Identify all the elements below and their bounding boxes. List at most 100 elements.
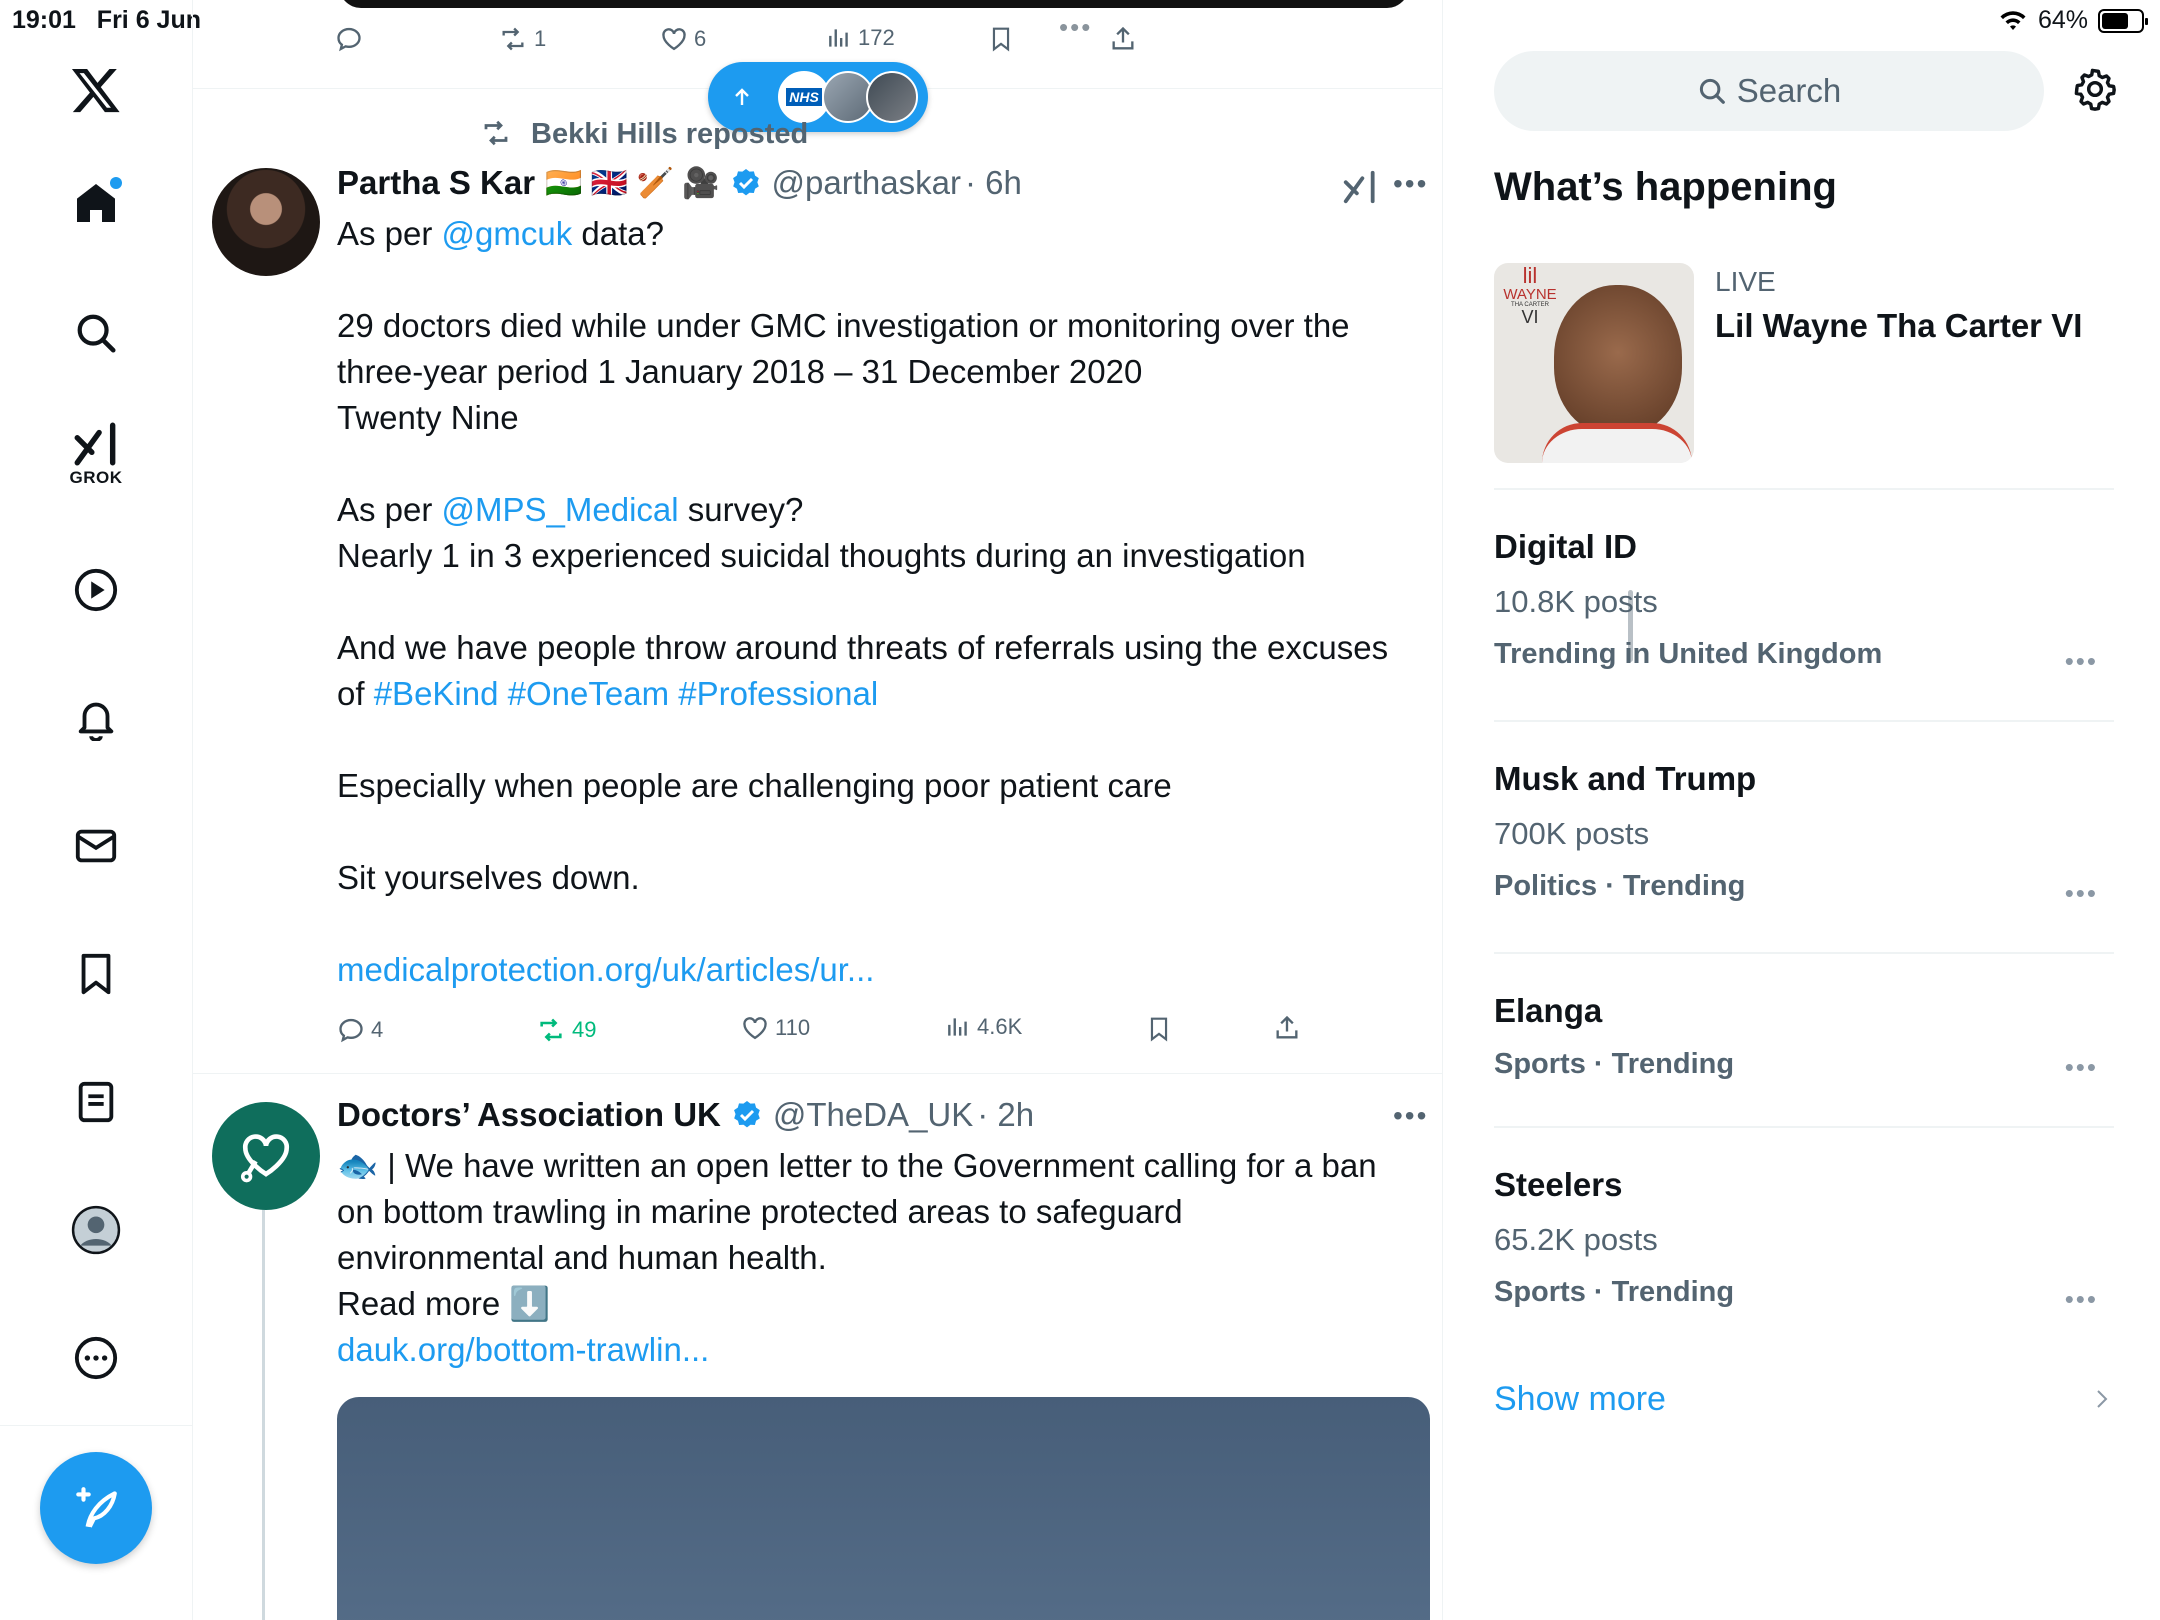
repost-button[interactable]: 49 <box>536 1016 596 1044</box>
bookmarks-icon[interactable] <box>56 934 136 1014</box>
tweet-text: 🐟 | We have written an open letter to th… <box>337 1143 1437 1373</box>
reply-button[interactable]: 4 <box>337 1016 383 1044</box>
repost-count: 49 <box>572 1017 597 1042</box>
trend-divider <box>1494 952 2114 954</box>
more-options-icon[interactable]: ••• <box>1393 168 1428 200</box>
video-icon[interactable] <box>56 550 136 630</box>
timestamp[interactable]: · 6h <box>965 164 1022 202</box>
grok-label: GROK <box>69 468 123 487</box>
text: As per <box>337 215 442 252</box>
home-icon[interactable] <box>56 163 136 243</box>
section-title: What’s happening <box>1494 165 1837 209</box>
previous-tweet-actions: 1 6 172 <box>193 25 1443 65</box>
trend-posts: 10.8K posts <box>1494 584 1658 619</box>
trend-item[interactable]: Musk and Trump 700K posts Politics · Tre… <box>1494 760 2114 908</box>
x-logo[interactable] <box>56 50 136 130</box>
like-button[interactable]: 110 <box>741 1014 810 1042</box>
views-button[interactable]: 172 <box>826 25 895 51</box>
trend-item[interactable]: Elanga Sports · Trending ••• <box>1494 992 2114 1083</box>
like-button[interactable]: 6 <box>660 25 706 53</box>
bookmark-icon <box>992 27 1010 52</box>
text: Twenty Nine <box>337 399 519 436</box>
display-name[interactable]: Doctors’ Association UK <box>337 1096 721 1134</box>
avatar[interactable] <box>212 1102 320 1210</box>
notifications-icon[interactable] <box>56 678 136 758</box>
messages-icon[interactable] <box>56 806 136 886</box>
repost-button[interactable]: 1 <box>498 25 546 53</box>
share-button[interactable] <box>1273 1014 1301 1042</box>
handle[interactable]: @TheDA_UK <box>773 1096 973 1134</box>
mention-link[interactable]: @MPS_Medical <box>442 491 679 528</box>
like-count: 110 <box>775 1015 811 1040</box>
trend-category: Sports · Trending <box>1494 1048 1735 1080</box>
tweet-image[interactable] <box>337 1397 1430 1620</box>
more-options-icon[interactable]: ••• <box>2065 1052 2098 1083</box>
search-icon[interactable] <box>56 293 136 373</box>
name-emojis: 🇮🇳 🇬🇧 🏏 🎥 <box>545 166 720 200</box>
views-icon <box>829 29 848 47</box>
compose-icon <box>76 1487 117 1528</box>
chevron-right-icon[interactable] <box>2092 1385 2112 1413</box>
text: of <box>337 675 374 712</box>
previous-tweet-media[interactable] <box>339 0 1409 8</box>
views-count: 172 <box>858 25 895 50</box>
show-more-link[interactable]: Show more <box>1494 1380 1666 1419</box>
text: on bottom trawling in marine protected a… <box>337 1193 1183 1230</box>
repost-attribution[interactable] <box>286 118 513 148</box>
views-button[interactable]: 4.6K <box>945 1014 1022 1040</box>
trend-item[interactable]: Digital ID 10.8K posts Trending in Unite… <box>1494 528 2114 676</box>
cover-text: WAYNE <box>1503 286 1557 303</box>
trend-name: Elanga <box>1494 992 1603 1029</box>
album-cover: lil WAYNE THA CARTER VI <box>1494 263 1694 463</box>
bookmark-button[interactable] <box>988 25 1014 53</box>
grok-icon[interactable] <box>1341 168 1379 206</box>
profile-icon[interactable] <box>56 1190 136 1270</box>
trend-posts: 700K posts <box>1494 816 1650 851</box>
search-input[interactable]: Search <box>1494 51 2044 131</box>
notification-dot <box>110 177 122 189</box>
repost-icon <box>502 27 524 51</box>
display-name[interactable]: Partha S Kar <box>337 164 535 202</box>
text: survey? <box>678 491 804 528</box>
handle[interactable]: @parthaskar <box>772 164 961 202</box>
more-options-icon[interactable]: ••• <box>2065 646 2098 677</box>
more-options-icon[interactable]: ••• <box>1393 1100 1428 1132</box>
text: As per <box>337 491 442 528</box>
cover-text: VI <box>1521 307 1539 327</box>
reply-button[interactable] <box>335 25 363 53</box>
grok-icon[interactable]: GROK <box>56 410 136 500</box>
reply-count: 4 <box>371 1017 384 1042</box>
views-icon <box>948 1018 967 1036</box>
cover-text: lil <box>1522 263 1538 288</box>
share-button[interactable] <box>1109 25 1137 53</box>
more-options-icon[interactable]: ••• <box>2065 878 2098 909</box>
more-icon[interactable] <box>56 1318 136 1398</box>
bookmark-button[interactable] <box>1146 1015 1172 1043</box>
lists-icon[interactable] <box>56 1062 136 1142</box>
trend-category: Trending in United Kingdom <box>1494 638 1883 670</box>
bookmark-icon <box>1150 1017 1168 1042</box>
gear-icon[interactable] <box>2072 66 2118 112</box>
trend-item[interactable]: Steelers 65.2K posts Sports · Trending •… <box>1494 1166 2114 1314</box>
trend-category: Sports · Trending <box>1494 1276 1735 1308</box>
avatar <box>866 71 918 123</box>
text: Sit yourselves down. <box>337 859 640 896</box>
reposted-by[interactable]: Bekki Hills reposted <box>531 118 808 151</box>
more-options-icon[interactable]: ••• <box>2065 1284 2098 1315</box>
hashtag-links[interactable]: #BeKind #OneTeam #Professional <box>374 675 878 712</box>
trend-name: Musk and Trump <box>1494 760 1757 797</box>
avatar[interactable] <box>212 168 320 276</box>
tweet-header: Doctors’ Association UK @TheDA_UK · 2h <box>337 1096 1034 1134</box>
left-nav: GROK <box>0 0 193 1620</box>
verified-badge-icon <box>733 1101 760 1128</box>
thread-line <box>262 1195 265 1620</box>
timestamp[interactable]: · 2h <box>977 1096 1034 1134</box>
article-link[interactable]: dauk.org/bottom-trawlin... <box>337 1327 1437 1373</box>
compose-button[interactable] <box>40 1452 152 1564</box>
mention-link[interactable]: @gmcuk <box>442 215 573 252</box>
reply-icon <box>339 1018 363 1043</box>
timeline[interactable]: ••• 1 6 172 NHS Bekki Hills reposted Par… <box>193 0 1633 1620</box>
heart-icon <box>662 28 686 51</box>
article-link[interactable]: medicalprotection.org/uk/articles/ur... <box>337 947 1437 993</box>
nav-divider <box>0 1425 193 1426</box>
